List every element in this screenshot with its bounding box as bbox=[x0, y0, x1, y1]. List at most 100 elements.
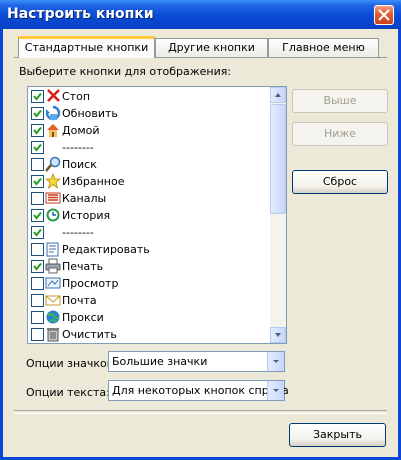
proxy-icon bbox=[45, 309, 61, 325]
buttons-listbox[interactable]: Стоп Обновить Домой -------- Поиск Избранное К… bbox=[27, 86, 287, 344]
stop-icon bbox=[45, 88, 61, 104]
dropdown-button[interactable] bbox=[267, 381, 284, 400]
move-down-label: Ниже bbox=[323, 127, 357, 140]
list-caption: Выберите кнопки для отображения: bbox=[19, 65, 232, 78]
item-label: Редактировать bbox=[62, 243, 150, 256]
list-item[interactable]: Просмотр bbox=[31, 275, 271, 292]
list-item[interactable]: Избранное bbox=[31, 172, 271, 190]
item-checkbox[interactable] bbox=[31, 209, 44, 222]
item-label: Стоп bbox=[62, 90, 91, 103]
item-label: Поиск bbox=[62, 158, 97, 171]
item-checkbox[interactable] bbox=[31, 158, 44, 171]
list-item[interactable]: Поиск bbox=[31, 156, 271, 173]
search-icon bbox=[45, 156, 61, 172]
close-label: Закрыть bbox=[313, 428, 362, 441]
close-window-button[interactable] bbox=[374, 5, 394, 25]
list-item[interactable]: Почта bbox=[31, 292, 271, 309]
list-item[interactable]: История bbox=[31, 207, 271, 224]
item-label: Просмотр bbox=[62, 277, 119, 290]
favorites-icon bbox=[44, 172, 62, 190]
reset-label: Сброс bbox=[322, 175, 358, 188]
reset-button[interactable]: Сброс bbox=[292, 170, 388, 194]
text-options-value: Для некоторых кнопок справа bbox=[112, 384, 289, 397]
scroll-up-button[interactable] bbox=[270, 87, 286, 103]
item-checkbox[interactable] bbox=[31, 107, 44, 120]
text-options-label: Опции текста: bbox=[26, 386, 110, 399]
item-label: Домой bbox=[62, 124, 100, 137]
item-checkbox[interactable] bbox=[31, 311, 44, 324]
item-checkbox[interactable] bbox=[31, 175, 44, 188]
list-item[interactable]: -------- bbox=[31, 139, 271, 156]
text-options-select[interactable]: Для некоторых кнопок справа bbox=[108, 380, 289, 401]
list-item[interactable]: Домой bbox=[31, 122, 271, 139]
checkmark-icon bbox=[33, 143, 42, 152]
list-item[interactable]: Очистить bbox=[31, 326, 271, 343]
item-label: Обновить bbox=[62, 107, 118, 120]
history-icon bbox=[45, 207, 61, 223]
item-label: Почта bbox=[62, 294, 97, 307]
item-label: Очистить bbox=[62, 328, 117, 341]
item-label: Печать bbox=[62, 260, 104, 273]
vertical-scrollbar[interactable] bbox=[270, 87, 286, 343]
item-checkbox[interactable] bbox=[31, 294, 44, 307]
arrow-down-icon bbox=[275, 333, 281, 337]
checkmark-icon bbox=[33, 109, 42, 118]
tab-standard-buttons[interactable]: Стандартные кнопки bbox=[18, 36, 155, 58]
chevron-down-icon bbox=[273, 389, 279, 392]
list-item[interactable]: Стоп bbox=[31, 88, 271, 105]
dropdown-button[interactable] bbox=[267, 352, 284, 371]
tab-main-menu[interactable]: Главное меню bbox=[268, 38, 379, 57]
icon-options-label: Опции значков: bbox=[26, 357, 117, 370]
list-item[interactable]: -------- bbox=[31, 224, 271, 241]
window-title: Настроить кнопки bbox=[7, 6, 154, 22]
icon-options-select[interactable]: Большие значки bbox=[108, 351, 285, 372]
checkmark-icon bbox=[33, 92, 42, 101]
checkmark-icon bbox=[33, 211, 42, 220]
item-checkbox[interactable] bbox=[31, 141, 44, 154]
move-up-label: Выше bbox=[323, 94, 357, 107]
tab-label: Главное меню bbox=[282, 41, 365, 54]
list-item[interactable]: Обновить bbox=[31, 105, 271, 122]
preview-icon bbox=[45, 275, 61, 291]
checkmark-icon bbox=[33, 262, 42, 271]
item-checkbox[interactable] bbox=[31, 226, 44, 239]
list-item[interactable]: Прокси bbox=[31, 309, 271, 326]
move-down-button[interactable]: Ниже bbox=[292, 122, 388, 146]
customize-buttons-dialog: Настроить кнопки Стандартные кнопки Друг… bbox=[0, 0, 401, 460]
tab-label: Стандартные кнопки bbox=[24, 41, 149, 54]
item-checkbox[interactable] bbox=[31, 192, 44, 205]
tab-other-buttons[interactable]: Другие кнопки bbox=[155, 38, 268, 57]
home-icon bbox=[45, 122, 61, 138]
item-checkbox[interactable] bbox=[31, 260, 44, 273]
item-label: Избранное bbox=[62, 175, 125, 188]
checkmark-icon bbox=[33, 126, 42, 135]
list-item[interactable]: Печать bbox=[31, 258, 271, 275]
clear-icon bbox=[45, 326, 61, 342]
mail-icon bbox=[45, 292, 61, 308]
separator bbox=[14, 410, 387, 414]
list-item[interactable]: Каналы bbox=[31, 190, 271, 207]
close-icon bbox=[378, 9, 390, 21]
item-checkbox[interactable] bbox=[31, 90, 44, 103]
item-label: -------- bbox=[62, 226, 94, 239]
scroll-down-button[interactable] bbox=[270, 327, 286, 343]
close-button[interactable]: Закрыть bbox=[289, 423, 386, 447]
item-label: Каналы bbox=[62, 192, 107, 205]
item-checkbox[interactable] bbox=[31, 328, 44, 341]
scroll-thumb[interactable] bbox=[270, 104, 286, 214]
checkmark-icon bbox=[33, 228, 42, 237]
item-label: -------- bbox=[62, 141, 94, 154]
dialog-client-area: Стандартные кнопки Другие кнопки Главное… bbox=[3, 29, 398, 457]
list-item[interactable]: Редактировать bbox=[31, 241, 271, 258]
item-checkbox[interactable] bbox=[31, 243, 44, 256]
item-label: История bbox=[62, 209, 111, 222]
item-checkbox[interactable] bbox=[31, 124, 44, 137]
print-icon bbox=[45, 258, 61, 274]
channels-icon bbox=[45, 190, 61, 206]
move-up-button[interactable]: Выше bbox=[292, 89, 388, 113]
arrow-up-icon bbox=[275, 93, 281, 97]
title-bar[interactable]: Настроить кнопки bbox=[0, 0, 401, 29]
item-checkbox[interactable] bbox=[31, 277, 44, 290]
chevron-down-icon bbox=[273, 360, 279, 363]
tab-label: Другие кнопки bbox=[168, 41, 255, 54]
